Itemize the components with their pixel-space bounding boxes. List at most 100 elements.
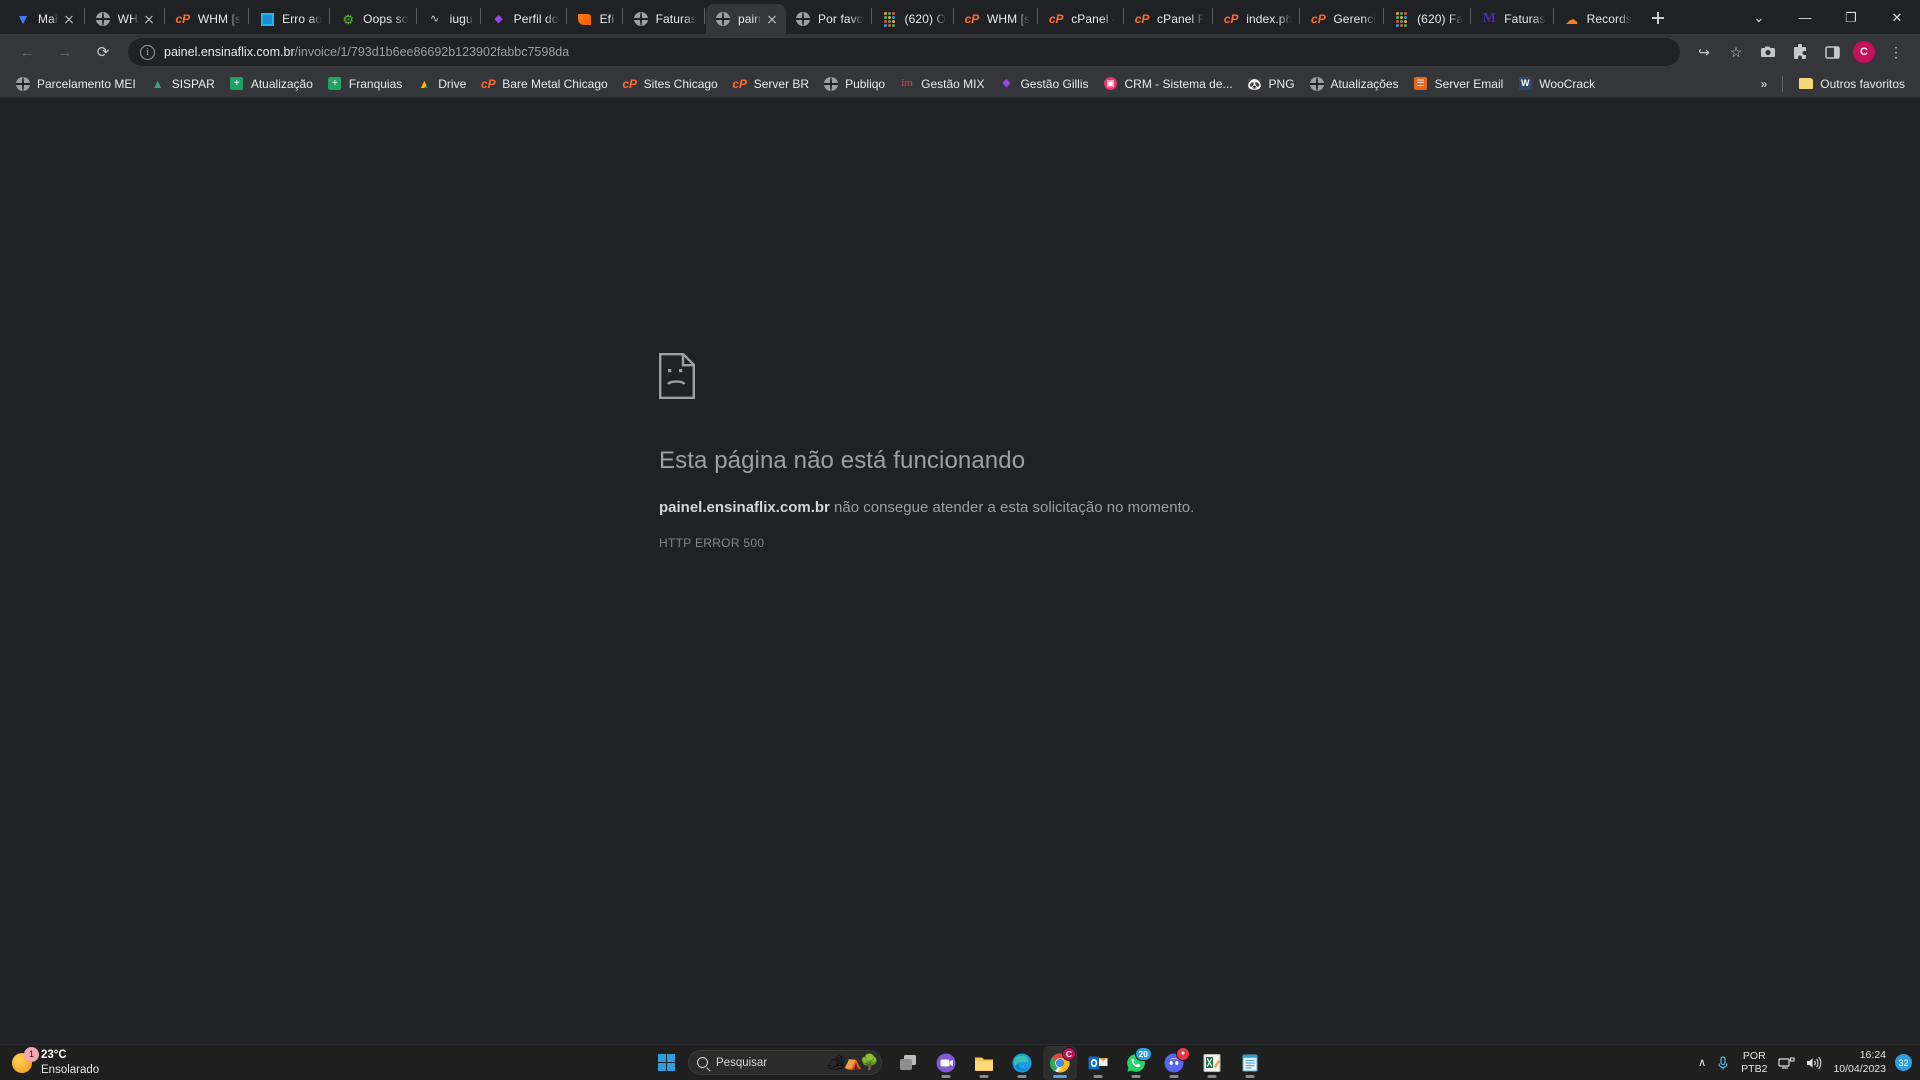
bookmark-item[interactable]: cP Sites Chicago	[615, 73, 725, 95]
cpanel-icon: cP	[175, 12, 191, 26]
bookmark-item[interactable]: 🐼 PNG	[1240, 73, 1302, 95]
tab-title: cPanel F	[1157, 12, 1206, 26]
bookmark-item[interactable]: Atualizações	[1302, 73, 1406, 95]
taskbar-app-excel[interactable]	[1195, 1046, 1229, 1080]
taskbar-app-edge[interactable]	[1005, 1046, 1039, 1080]
tab-separator	[952, 8, 954, 24]
bookmark-item[interactable]: W WooCrack	[1510, 73, 1602, 95]
browser-tab[interactable]: ⚙ Oops so	[331, 4, 414, 34]
browser-tab[interactable]: pain	[705, 4, 787, 34]
browser-tab[interactable]: cP index.ph	[1214, 4, 1298, 34]
tab-title: WH	[117, 12, 138, 26]
bookmark-item[interactable]: im Gestão MIX	[892, 73, 991, 95]
minimize-button[interactable]: —	[1782, 1, 1828, 33]
taskbar-app-teams[interactable]	[929, 1046, 963, 1080]
forward-icon[interactable]: →	[51, 38, 79, 66]
browser-tab[interactable]: Por favo	[786, 4, 870, 34]
tab-close-icon[interactable]	[764, 11, 780, 27]
browser-tab[interactable]: ▼ Mai	[6, 4, 83, 34]
reload-icon[interactable]: ⟳	[89, 38, 117, 66]
chrome-badge: C	[1061, 1046, 1076, 1061]
browser-tab[interactable]: cP cPanel F	[1125, 4, 1211, 34]
browser-menu-icon[interactable]: ⋮	[1882, 38, 1910, 66]
bookmark-item[interactable]: Publiqo	[816, 73, 892, 95]
extensions-puzzle-icon[interactable]	[1786, 38, 1814, 66]
bookmark-item[interactable]: cP Bare Metal Chicago	[473, 73, 614, 95]
taskbar-app-notepad[interactable]	[1233, 1046, 1267, 1080]
browser-tab[interactable]: cP Gerenci	[1301, 4, 1382, 34]
browser-tab[interactable]: M Faturas	[1472, 4, 1551, 34]
whatsapp-badge: 20	[1134, 1046, 1152, 1061]
system-tray: ∧ POR PTB2 16:24 10/04/2023 32	[1693, 1048, 1920, 1078]
browser-tab[interactable]: ◆ Perfil do	[482, 4, 565, 34]
tab-separator	[565, 8, 567, 24]
error-message-text: não consegue atender a esta solicitação …	[829, 499, 1195, 516]
address-bar[interactable]: i painel.ensinaflix.com.br/invoice/1/793…	[128, 38, 1680, 66]
network-icon[interactable]	[1773, 1048, 1800, 1078]
bookmarks-overflow-button[interactable]: »	[1754, 73, 1775, 95]
browser-tab[interactable]: Erro ao	[250, 4, 328, 34]
tab-title: Faturas	[1504, 12, 1546, 26]
tab-title: index.ph	[1246, 12, 1293, 26]
taskbar-app-outlook[interactable]	[1081, 1046, 1115, 1080]
browser-tab[interactable]: ∿ iugu	[418, 4, 479, 34]
globe-icon	[95, 11, 111, 27]
taskbar-app-chrome[interactable]: C	[1043, 1045, 1077, 1080]
bookmark-star-icon[interactable]: ☆	[1722, 38, 1750, 66]
language-indicator[interactable]: POR PTB2	[1735, 1050, 1773, 1075]
other-bookmarks-button[interactable]: Outros favoritos	[1791, 73, 1912, 95]
tab-search-icon[interactable]: ⌄	[1736, 1, 1782, 33]
bookmark-item[interactable]: + Franquias	[320, 73, 409, 95]
taskbar-app-file-explorer[interactable]	[967, 1046, 1001, 1080]
tab-title: WHM [s	[197, 12, 242, 26]
browser-tab[interactable]: cP WHM [s	[166, 4, 247, 34]
profile-avatar[interactable]: C	[1853, 41, 1875, 63]
side-panel-icon[interactable]	[1818, 38, 1846, 66]
tab-close-icon[interactable]	[141, 11, 157, 27]
browser-tab[interactable]: ☁ Records	[1555, 4, 1638, 34]
tab-title: Mai	[38, 12, 58, 26]
bookmark-item[interactable]: Parcelamento MEI	[8, 73, 143, 95]
volume-icon[interactable]	[1800, 1048, 1827, 1078]
bookmark-item[interactable]: ▲ Drive	[409, 73, 473, 95]
taskbar-app-whatsapp[interactable]: 20	[1119, 1046, 1153, 1080]
screenshot-icon[interactable]	[1754, 38, 1782, 66]
sun-icon: 1	[12, 1046, 39, 1073]
browser-tab[interactable]: Efí	[568, 4, 621, 34]
clock[interactable]: 16:24 10/04/2023	[1827, 1049, 1892, 1075]
weather-widget[interactable]: 1 23°C Ensolarado	[0, 1046, 100, 1077]
taskbar-app-task-view[interactable]	[891, 1046, 925, 1080]
browser-tab[interactable]: WH	[86, 4, 163, 34]
url-text: painel.ensinaflix.com.br/invoice/1/793d1…	[164, 45, 569, 59]
bookmark-item[interactable]: ▣ CRM - Sistema de...	[1096, 73, 1240, 95]
bookmark-label: Gestão Gillis	[1020, 76, 1089, 91]
new-tab-button[interactable]	[1644, 4, 1672, 32]
taskbar-app-discord[interactable]: ●	[1157, 1046, 1191, 1080]
browser-tab[interactable]: cP WHM [s	[955, 4, 1036, 34]
close-window-button[interactable]: ✕	[1874, 1, 1920, 33]
share-icon[interactable]: ↪	[1690, 38, 1718, 66]
back-icon[interactable]: ←	[13, 38, 41, 66]
bookmark-item[interactable]: ◆ Gestão Gillis	[991, 73, 1095, 95]
notification-badge[interactable]: 32	[1895, 1054, 1912, 1071]
browser-tab[interactable]: Faturas	[624, 4, 703, 34]
weather-condition: Ensolarado	[41, 1063, 100, 1076]
bookmark-item[interactable]: cP Server BR	[725, 73, 816, 95]
bookmark-item[interactable]: + Atualização	[222, 73, 320, 95]
bookmark-label: Franquias	[348, 76, 403, 91]
microphone-icon[interactable]	[1711, 1048, 1735, 1078]
bookmark-item[interactable]: ☰ Server Email	[1406, 73, 1511, 95]
tab-close-icon[interactable]	[61, 11, 77, 27]
window-icon	[259, 11, 275, 27]
browser-tab[interactable]: cP cPanel -	[1039, 4, 1122, 34]
cpanel-icon: cP	[480, 76, 496, 91]
browser-tab[interactable]: (620) Fa	[1385, 4, 1469, 34]
tray-expand-icon[interactable]: ∧	[1693, 1048, 1711, 1078]
maximize-button[interactable]: ❐	[1828, 1, 1874, 33]
site-info-icon[interactable]: i	[140, 44, 155, 60]
tab-separator	[163, 8, 165, 24]
search-input[interactable]: Pesquisar 🏕⛺🌳	[688, 1050, 882, 1075]
browser-tab[interactable]: (620) O	[873, 4, 952, 34]
start-button[interactable]	[651, 1048, 681, 1078]
bookmark-item[interactable]: ▲ SISPAR	[143, 73, 222, 95]
